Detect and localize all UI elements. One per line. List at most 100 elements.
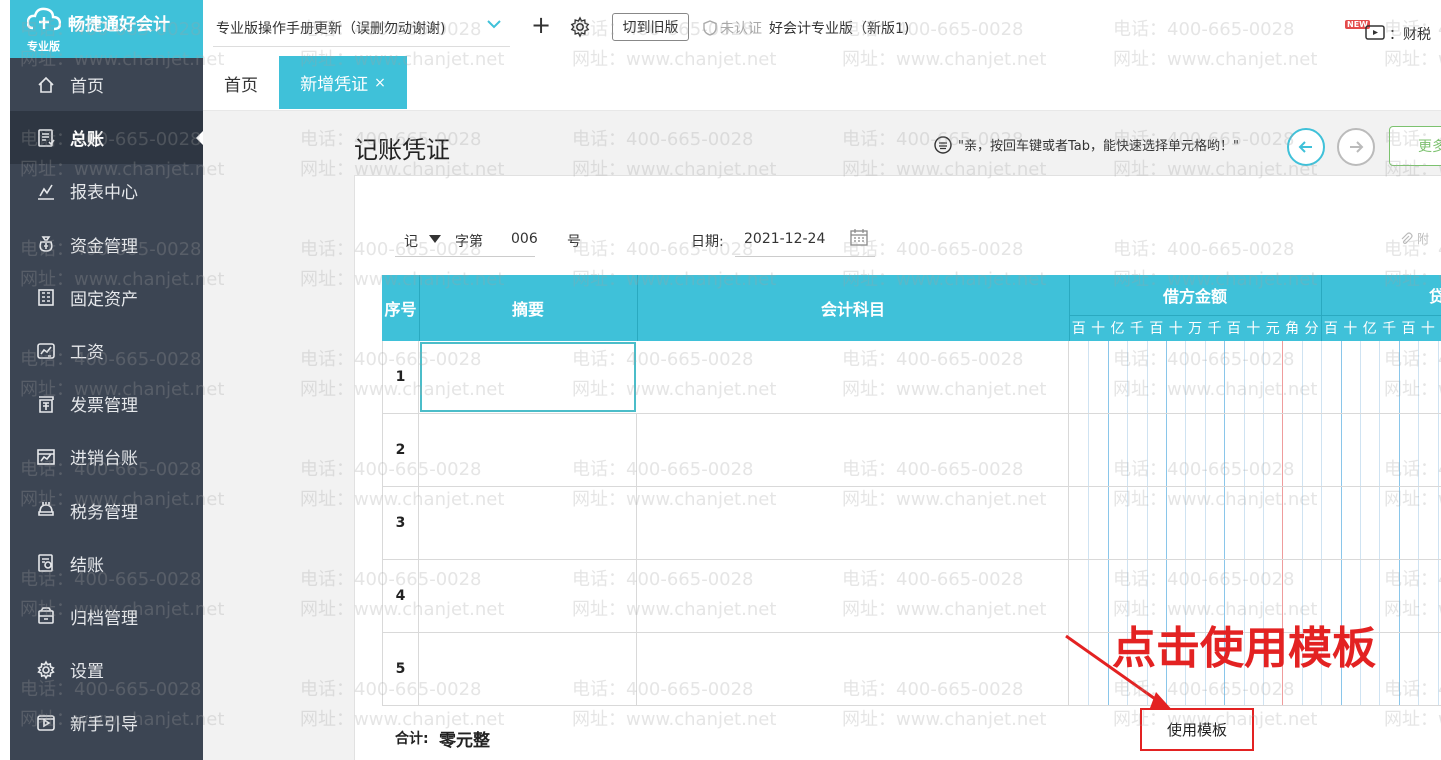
tax-icon — [36, 500, 56, 520]
digit-header: 十 — [1420, 321, 1435, 337]
digit-header: 亿 — [1110, 321, 1125, 337]
calendar-icon[interactable] — [850, 228, 868, 246]
col-account: 会计科目 — [820, 300, 885, 319]
col-credit: 贷 — [1428, 287, 1441, 306]
tab-label: 新增凭证 — [300, 75, 369, 95]
summary-cell[interactable] — [419, 487, 637, 559]
amount-cell[interactable] — [1069, 414, 1441, 486]
total-amount-text: 零元整 — [439, 731, 490, 751]
certification-status[interactable]: 未认证 — [702, 18, 762, 38]
sidebar-item-0[interactable]: 首页 — [10, 58, 203, 111]
amount-cell[interactable] — [1069, 341, 1441, 413]
guide-icon — [36, 713, 56, 733]
arrow-left-icon — [1298, 141, 1312, 153]
brand-name: 畅捷通好会计 — [68, 15, 170, 35]
sidebar-item-label: 工资 — [70, 343, 104, 364]
sidebar-item-12[interactable]: 新手引导 — [10, 696, 203, 749]
paperclip-icon — [1401, 231, 1413, 244]
account-cell[interactable] — [637, 414, 1069, 486]
voucher-meta: 记 字第 006 号 日期: 2021-12-24 附 — [355, 176, 1441, 276]
digit-header: 千 — [1382, 321, 1397, 337]
sidebar-item-6[interactable]: 发票管理 — [10, 377, 203, 430]
add-icon[interactable]: + — [531, 13, 551, 37]
sidebar-item-1[interactable]: 总账 — [10, 111, 203, 165]
tab-new-voucher[interactable]: 新增凭证 × — [279, 56, 407, 109]
account-cell[interactable] — [637, 341, 1069, 413]
switch-old-version-button[interactable]: 切到旧版 — [612, 13, 689, 41]
chevron-down-icon[interactable] — [486, 18, 502, 32]
left-edge — [0, 0, 10, 760]
caret-down-icon[interactable] — [429, 235, 441, 243]
amount-cell[interactable] — [1069, 487, 1441, 559]
company-selector[interactable]: 好会计专业版（新版1) — [769, 18, 909, 38]
total-label: 合计: — [395, 731, 429, 747]
account-cell[interactable] — [637, 560, 1069, 632]
hao-label: 号 — [567, 234, 581, 250]
row-number: 3 — [382, 487, 419, 559]
sidebar-item-label: 进销台账 — [70, 449, 138, 470]
next-voucher-button[interactable] — [1337, 128, 1375, 166]
digit-header: 百 — [1226, 321, 1241, 337]
summary-cell[interactable] — [420, 342, 636, 412]
app-logo[interactable]: 畅捷通好会计 专业版 — [10, 0, 203, 58]
sidebar-item-11[interactable]: 设置 — [10, 643, 203, 696]
logo-icon — [27, 7, 61, 31]
digit-header: 十 — [1168, 321, 1183, 337]
close-icon[interactable]: × — [374, 75, 386, 91]
summary-cell[interactable] — [419, 560, 637, 632]
tab-home[interactable]: 首页 — [203, 56, 279, 111]
tax-link[interactable]: ：财税 — [1389, 24, 1431, 44]
sidebar-item-8[interactable]: 税务管理 — [10, 484, 203, 537]
number-underline — [395, 256, 535, 257]
hint-text: "亲，按回车键或者Tab，能快速选择单元格哟！" — [958, 139, 1239, 154]
sidebar-item-2[interactable]: 报表中心 — [10, 164, 203, 217]
digit-header: 十 — [1091, 321, 1106, 337]
cert-label: 未认证 — [720, 21, 762, 37]
table-row: 3 — [382, 487, 1441, 560]
digit-header: 万 — [1188, 321, 1203, 337]
sidebar: 畅捷通好会计 专业版 首页 总账报表中心资金管理固定资产工资发票管理进销台账税务管… — [10, 0, 203, 760]
account-cell[interactable] — [637, 633, 1069, 705]
account-cell[interactable] — [637, 487, 1069, 559]
use-template-button[interactable]: 使用模板 — [1140, 708, 1254, 751]
more-button[interactable]: 更多 — [1389, 126, 1441, 166]
sidebar-item-4[interactable]: 固定资产 — [10, 271, 203, 324]
previous-voucher-button[interactable] — [1287, 128, 1325, 166]
digit-header: 十 — [1343, 321, 1358, 337]
gear-icon — [36, 659, 56, 680]
digit-header: 元 — [1265, 321, 1280, 337]
digit-header: 千 — [1129, 321, 1144, 337]
sidebar-item-label: 资金管理 — [70, 236, 138, 257]
digit-header: 分 — [1304, 321, 1319, 337]
top-bar: 专业版操作手册更新（误删勿动谢谢) + 切到旧版 未认证 好会计专业版（新版1)… — [203, 0, 1441, 56]
summary-cell[interactable] — [419, 633, 637, 705]
salary-icon — [36, 341, 56, 361]
keyboard-icon — [934, 135, 952, 154]
summary-cell[interactable] — [419, 414, 637, 486]
attachment-link[interactable]: 附 — [1399, 230, 1429, 247]
sidebar-item-label: 税务管理 — [70, 502, 138, 523]
settings-gear-icon[interactable] — [569, 16, 591, 38]
shield-icon — [703, 20, 717, 36]
page-title: 记账凭证 — [354, 136, 450, 164]
col-seq: 序号 — [384, 300, 417, 319]
arrow-right-icon — [1350, 141, 1364, 153]
digit-header: 百 — [1401, 321, 1416, 337]
sidebar-item-9[interactable]: 结账 — [10, 537, 203, 590]
row-number: 2 — [382, 414, 419, 486]
voucher-number-input[interactable]: 006 — [511, 231, 538, 247]
notice-select[interactable]: 专业版操作手册更新（误删勿动谢谢) — [216, 18, 445, 38]
sidebar-item-7[interactable]: 进销台账 — [10, 430, 203, 483]
row-number: 4 — [382, 560, 419, 632]
date-label: 日期: — [691, 234, 724, 250]
sidebar-item-3[interactable]: 资金管理 — [10, 218, 203, 271]
voucher-type-select[interactable]: 记 — [404, 231, 418, 251]
sidebar-item-label: 报表中心 — [70, 183, 138, 204]
video-icon[interactable] — [1365, 22, 1385, 40]
sidebar-item-5[interactable]: 工资 — [10, 324, 203, 377]
sidebar-item-10[interactable]: 归档管理 — [10, 590, 203, 643]
table-row: 2 — [382, 414, 1441, 487]
date-input[interactable]: 2021-12-24 — [744, 231, 825, 247]
date-underline — [735, 256, 875, 257]
sidebar-item-label: 归档管理 — [70, 608, 138, 629]
